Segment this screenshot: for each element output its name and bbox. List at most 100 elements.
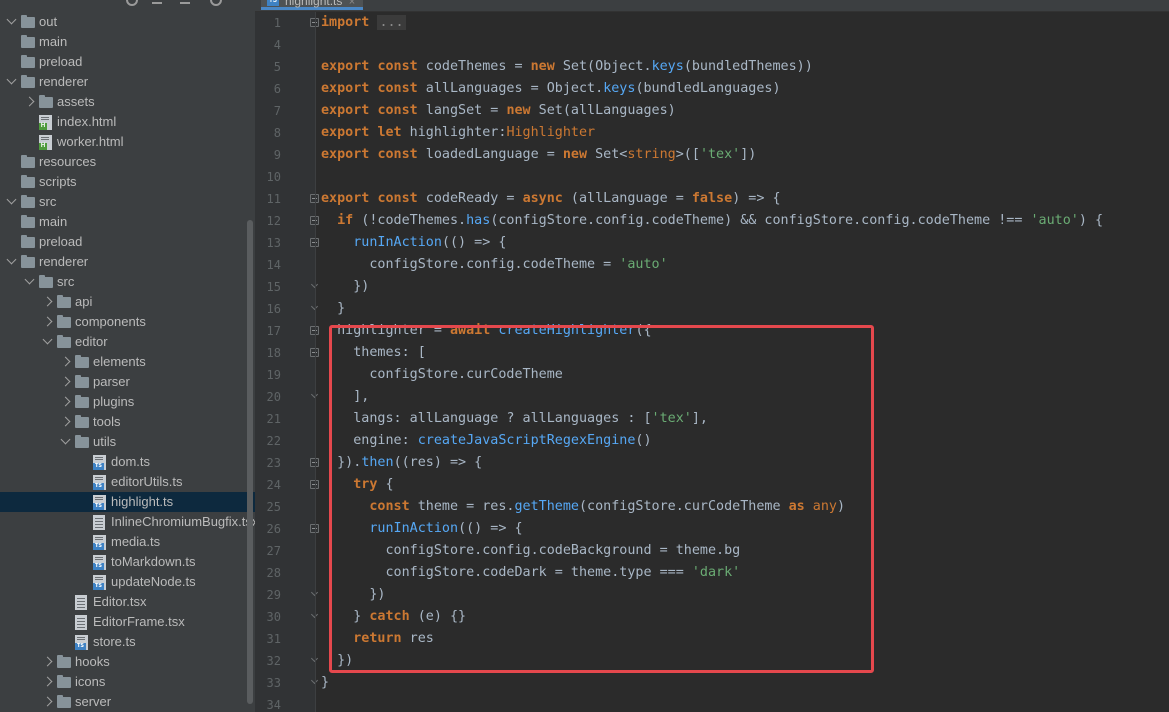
tree-item-editor[interactable]: editor: [0, 332, 255, 352]
chevron-down-icon[interactable]: [24, 274, 35, 285]
tree-item-parser[interactable]: parser: [0, 372, 255, 392]
code-line[interactable]: }).then((res) => {: [321, 452, 482, 474]
tree-item-label: InlineChromiumBugfix.tsx: [111, 514, 255, 529]
code-editor: TS highlight.ts × 1 4 5 6 7 8 9 10 11 12 13 14 15 16 1…: [255, 0, 1169, 712]
code-line[interactable]: }: [321, 298, 345, 320]
code-line[interactable]: export let highlighter:Highlighter: [321, 122, 595, 144]
code-line[interactable]: runInAction(() => {: [321, 232, 506, 254]
chevron-down-icon[interactable]: [6, 74, 17, 85]
close-tab-icon[interactable]: ×: [349, 0, 355, 8]
chevron-down-icon[interactable]: [42, 334, 53, 345]
tree-item-server[interactable]: server: [0, 692, 255, 712]
chevron-right-icon[interactable]: [42, 696, 53, 707]
tree-item-renderer[interactable]: renderer: [0, 252, 255, 272]
tree-item-components[interactable]: components: [0, 312, 255, 332]
code-line[interactable]: engine: createJavaScriptRegexEngine(): [321, 430, 651, 452]
tree-item-preload[interactable]: preload: [0, 52, 255, 72]
chevron-right-icon[interactable]: [60, 356, 71, 367]
code-line[interactable]: export const loadedLanguage = new Set<st…: [321, 144, 756, 166]
code-line[interactable]: }: [321, 672, 329, 694]
tree-item-inlinechromiumbugfix-tsx[interactable]: InlineChromiumBugfix.tsx: [0, 512, 255, 532]
chevron-down-icon[interactable]: [6, 254, 17, 265]
tree-item-tools[interactable]: tools: [0, 412, 255, 432]
line-number: 23: [266, 456, 281, 470]
chevron-down-icon[interactable]: [6, 194, 17, 205]
tree-item-resources[interactable]: resources: [0, 152, 255, 172]
tree-item-utils[interactable]: utils: [0, 432, 255, 452]
code-line[interactable]: export const langSet = new Set(allLangua…: [321, 100, 676, 122]
code-line[interactable]: export const codeThemes = new Set(Object…: [321, 56, 813, 78]
code-line[interactable]: configStore.config.codeBackground = them…: [321, 540, 740, 562]
code-line[interactable]: if (!codeThemes.has(configStore.config.c…: [321, 210, 1103, 232]
tree-item-editor-tsx[interactable]: Editor.tsx: [0, 592, 255, 612]
code-line[interactable]: configStore.config.codeTheme = 'auto': [321, 254, 667, 276]
chevron-right-icon[interactable]: [42, 316, 53, 327]
collapse-all-icon[interactable]: [152, 0, 162, 4]
tree-item-out[interactable]: out: [0, 12, 255, 32]
tree-item-updatenode-ts[interactable]: updateNode.ts: [0, 572, 255, 592]
code-line[interactable]: highlighter = await createHighlighter({: [321, 320, 651, 342]
tree-item-store-ts[interactable]: store.ts: [0, 632, 255, 652]
folder-icon: [21, 175, 35, 188]
code-line[interactable]: export const codeReady = async (allLangu…: [321, 188, 781, 210]
code-line[interactable]: }): [321, 276, 369, 298]
code-line[interactable]: export const allLanguages = Object.keys(…: [321, 78, 781, 100]
chevron-right-icon[interactable]: [60, 376, 71, 387]
chevron-right-icon[interactable]: [42, 676, 53, 687]
code-line[interactable]: langs: allLanguage ? allLanguages : ['te…: [321, 408, 708, 430]
code-line[interactable]: configStore.curCodeTheme: [321, 364, 563, 386]
code-line[interactable]: try {: [321, 474, 393, 496]
tree-item-preload[interactable]: preload: [0, 232, 255, 252]
tree-item-plugins[interactable]: plugins: [0, 392, 255, 412]
tree-item-renderer[interactable]: renderer: [0, 72, 255, 92]
html-file-icon: [39, 115, 52, 130]
tree-item-src[interactable]: src: [0, 272, 255, 292]
code-line[interactable]: ],: [321, 386, 369, 408]
code-line[interactable]: themes: [: [321, 342, 426, 364]
tree-item-api[interactable]: api: [0, 292, 255, 312]
typescript-file-icon: [75, 635, 88, 650]
tree-item-editorutils-ts[interactable]: editorUtils.ts: [0, 472, 255, 492]
chevron-right-icon[interactable]: [60, 396, 71, 407]
tree-item-media-ts[interactable]: media.ts: [0, 532, 255, 552]
code-line[interactable]: configStore.codeDark = theme.type === 'd…: [321, 562, 740, 584]
line-number: 12: [266, 214, 281, 228]
tree-item-label: out: [39, 14, 58, 29]
chevron-right-icon[interactable]: [42, 656, 53, 667]
tree-item-hooks[interactable]: hooks: [0, 652, 255, 672]
tab-highlight-ts[interactable]: TS highlight.ts ×: [261, 0, 364, 10]
tree-item-index-html[interactable]: index.html: [0, 112, 255, 132]
tree-item-src[interactable]: src: [0, 192, 255, 212]
expand-icon[interactable]: [180, 0, 190, 4]
sidebar-scrollbar[interactable]: [247, 220, 253, 704]
tree-item-dom-ts[interactable]: dom.ts: [0, 452, 255, 472]
tree-item-label: parser: [93, 374, 130, 389]
code-line[interactable]: runInAction(() => {: [321, 518, 522, 540]
typescript-file-icon: [93, 495, 106, 510]
tree-item-scripts[interactable]: scripts: [0, 172, 255, 192]
line-number: 14: [266, 258, 281, 272]
code-line[interactable]: }): [321, 584, 385, 606]
tree-item-highlight-ts[interactable]: highlight.ts: [0, 492, 255, 512]
gear-icon[interactable]: [210, 0, 222, 6]
tree-item-icons[interactable]: icons: [0, 672, 255, 692]
chevron-right-icon[interactable]: [24, 96, 35, 107]
chevron-down-icon[interactable]: [60, 434, 71, 445]
code-line[interactable]: return res: [321, 628, 434, 650]
chevron-right-icon[interactable]: [42, 296, 53, 307]
tree-item-worker-html[interactable]: worker.html: [0, 132, 255, 152]
tree-item-tomarkdown-ts[interactable]: toMarkdown.ts: [0, 552, 255, 572]
tree-item-main[interactable]: main: [0, 32, 255, 52]
chevron-down-icon[interactable]: [6, 14, 17, 25]
code-line[interactable]: import ...: [321, 12, 406, 34]
locate-icon[interactable]: [126, 0, 138, 6]
code-line[interactable]: } catch (e) {}: [321, 606, 466, 628]
tree-item-assets[interactable]: assets: [0, 92, 255, 112]
tree-item-label: updateNode.ts: [111, 574, 196, 589]
code-line[interactable]: const theme = res.getTheme(configStore.c…: [321, 496, 845, 518]
code-line[interactable]: }): [321, 650, 353, 672]
chevron-right-icon[interactable]: [60, 416, 71, 427]
tree-item-main[interactable]: main: [0, 212, 255, 232]
tree-item-elements[interactable]: elements: [0, 352, 255, 372]
tree-item-editorframe-tsx[interactable]: EditorFrame.tsx: [0, 612, 255, 632]
